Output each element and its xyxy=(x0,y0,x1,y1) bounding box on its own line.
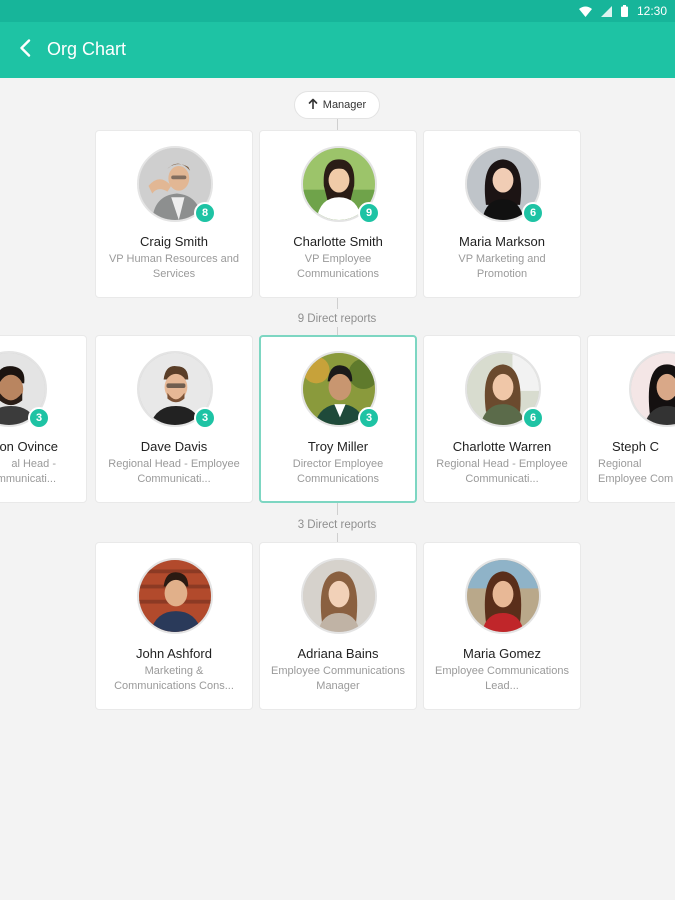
person-title: Director Employee Communications xyxy=(292,458,384,485)
person-title: Regional Employee Com xyxy=(598,458,674,485)
person-title: VP Human Resources and Services xyxy=(108,253,240,280)
person-title: VP Employee Communications xyxy=(297,253,379,280)
peers-count-label: 9 Direct reports xyxy=(297,313,377,325)
direct-reports-badge: 3 xyxy=(28,407,50,429)
app-bar: Org Chart xyxy=(0,22,675,78)
back-button[interactable] xyxy=(12,36,38,64)
person-name: Maria Markson xyxy=(459,234,545,249)
person-card[interactable]: 3 on Ovince al Head - Communicati... xyxy=(0,335,87,503)
person-name: Maria Gomez xyxy=(462,646,542,661)
person-title: Regional Head - Employee Communicati... xyxy=(436,458,568,485)
connector-line xyxy=(337,533,338,542)
reports-count-label: 3 Direct reports xyxy=(297,519,377,531)
person-card[interactable]: 6 Maria Markson VP Marketing and Promoti… xyxy=(423,130,581,298)
person-name: Adriana Bains xyxy=(297,646,379,661)
avatar xyxy=(629,351,675,427)
manager-button[interactable]: Manager xyxy=(294,91,380,119)
connector-line xyxy=(337,503,338,515)
person-card[interactable]: 3 Dave Davis Regional Head - Employee Co… xyxy=(95,335,253,503)
person-card[interactable]: Steph C Regional Employee Com xyxy=(587,335,675,503)
person-name: on Ovince xyxy=(0,439,58,454)
person-name: Charlotte Smith xyxy=(293,234,383,249)
wifi-icon xyxy=(578,6,592,17)
manager-button-label: Manager xyxy=(322,99,367,111)
person-name: Craig Smith xyxy=(140,234,208,249)
person-name: Troy Miller xyxy=(307,439,369,454)
direct-reports-badge: 3 xyxy=(194,407,216,429)
status-bar: 12:30 xyxy=(0,0,675,22)
avatar xyxy=(301,558,377,634)
direct-reports-badge: 6 xyxy=(522,407,544,429)
status-time: 12:30 xyxy=(636,4,667,18)
person-name: John Ashford xyxy=(136,646,212,661)
status-icons: 12:30 xyxy=(578,3,667,19)
person-card[interactable]: Maria Gomez Employee Communications Lead… xyxy=(423,542,581,710)
direct-reports-badge: 6 xyxy=(522,202,544,224)
person-title: Employee Communications Lead... xyxy=(435,665,569,692)
person-card[interactable]: 9 Charlotte Smith VP Employee Communicat… xyxy=(259,130,417,298)
arrow-up-icon xyxy=(308,98,318,112)
avatar xyxy=(465,558,541,634)
connector-line xyxy=(337,297,338,309)
battery-icon xyxy=(620,5,628,17)
org-chart[interactable]: Manager 8 Craig Smith VP Human Resources… xyxy=(0,78,675,900)
avatar xyxy=(137,558,213,634)
person-title: VP Marketing and Promotion xyxy=(458,253,546,280)
person-title: Regional Head - Employee Communicati... xyxy=(108,458,240,485)
person-title: Marketing & Communications Cons... xyxy=(114,665,234,692)
direct-reports-badge: 8 xyxy=(194,202,216,224)
person-card[interactable]: Adriana Bains Employee Communications Ma… xyxy=(259,542,417,710)
person-card[interactable]: 6 Charlotte Warren Regional Head - Emplo… xyxy=(423,335,581,503)
connector-line xyxy=(337,327,338,335)
person-card[interactable]: 8 Craig Smith VP Human Resources and Ser… xyxy=(95,130,253,298)
person-title: al Head - Communicati... xyxy=(0,458,56,485)
direct-reports-badge: 3 xyxy=(358,407,380,429)
person-card-selected[interactable]: 3 Troy Miller Director Employee Communic… xyxy=(259,335,417,503)
direct-reports-badge: 9 xyxy=(358,202,380,224)
signal-icon xyxy=(600,5,612,17)
connector-line xyxy=(337,119,338,130)
page-title: Org Chart xyxy=(47,39,127,59)
person-name: Steph C xyxy=(612,439,659,454)
back-arrow-icon xyxy=(19,38,31,62)
person-name: Charlotte Warren xyxy=(452,439,552,454)
person-card[interactable]: John Ashford Marketing & Communications … xyxy=(95,542,253,710)
person-name: Dave Davis xyxy=(140,439,208,454)
person-title: Employee Communications Manager xyxy=(271,665,405,692)
